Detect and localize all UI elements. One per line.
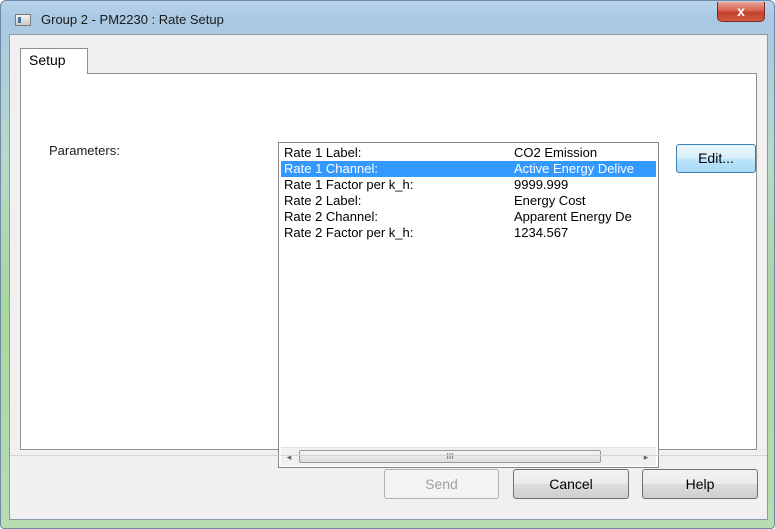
parameter-name: Rate 1 Label: <box>284 145 362 160</box>
parameter-value: Apparent Energy De <box>514 209 632 224</box>
parameter-value: 1234.567 <box>514 225 569 240</box>
list-item[interactable]: Rate 2 Channel: Apparent Energy De <box>281 209 656 225</box>
parameter-name: Rate 2 Channel: <box>284 209 378 224</box>
cancel-button[interactable]: Cancel <box>513 469 629 499</box>
horizontal-scrollbar[interactable]: ◂ III ▸ <box>281 447 656 466</box>
parameters-list[interactable]: Rate 1 Label: CO2 Emission Rate 1 Channe… <box>278 142 659 468</box>
scrollbar-thumb[interactable]: III <box>299 450 601 463</box>
list-item[interactable]: Rate 2 Factor per k_h: 1234.567 <box>281 225 656 241</box>
parameter-value: Energy Cost <box>514 193 586 208</box>
parameter-name: Rate 2 Label: <box>284 193 362 208</box>
parameter-value: CO2 Emission <box>514 145 598 160</box>
parameters-label: Parameters: <box>49 143 120 158</box>
scroll-left-icon[interactable]: ◂ <box>281 448 297 466</box>
parameter-name: Rate 1 Factor per k_h: <box>284 177 414 192</box>
tab-setup[interactable]: Setup <box>20 48 88 74</box>
footer-divider <box>10 455 767 456</box>
edit-button[interactable]: Edit... <box>676 144 756 173</box>
parameter-value: 9999.999 <box>514 177 569 192</box>
dialog-client-area: Setup Parameters: Rate 1 Label: CO2 Emis… <box>9 34 768 520</box>
close-button[interactable]: x <box>717 2 765 22</box>
parameter-name: Rate 1 Channel: <box>284 161 378 176</box>
setup-tab-panel: Parameters: Rate 1 Label: CO2 Emission R… <box>20 73 757 468</box>
scroll-right-icon[interactable]: ▸ <box>638 448 654 466</box>
title-bar[interactable]: Group 2 - PM2230 : Rate Setup x <box>1 1 774 35</box>
app-icon <box>15 14 31 26</box>
list-item[interactable]: Rate 1 Label: CO2 Emission <box>281 145 656 161</box>
window-title: Group 2 - PM2230 : Rate Setup <box>41 12 224 27</box>
help-button[interactable]: Help <box>642 469 758 499</box>
list-item-selected[interactable]: Rate 1 Channel: Active Energy Delive <box>281 161 656 177</box>
list-item[interactable]: Rate 2 Label: Energy Cost <box>281 193 656 209</box>
rate-setup-dialog: Group 2 - PM2230 : Rate Setup x Setup Pa… <box>0 0 775 529</box>
send-button[interactable]: Send <box>384 469 499 499</box>
parameter-name: Rate 2 Factor per k_h: <box>284 225 414 240</box>
parameter-value: Active Energy Delive <box>514 161 634 176</box>
list-item[interactable]: Rate 1 Factor per k_h: 9999.999 <box>281 177 656 193</box>
